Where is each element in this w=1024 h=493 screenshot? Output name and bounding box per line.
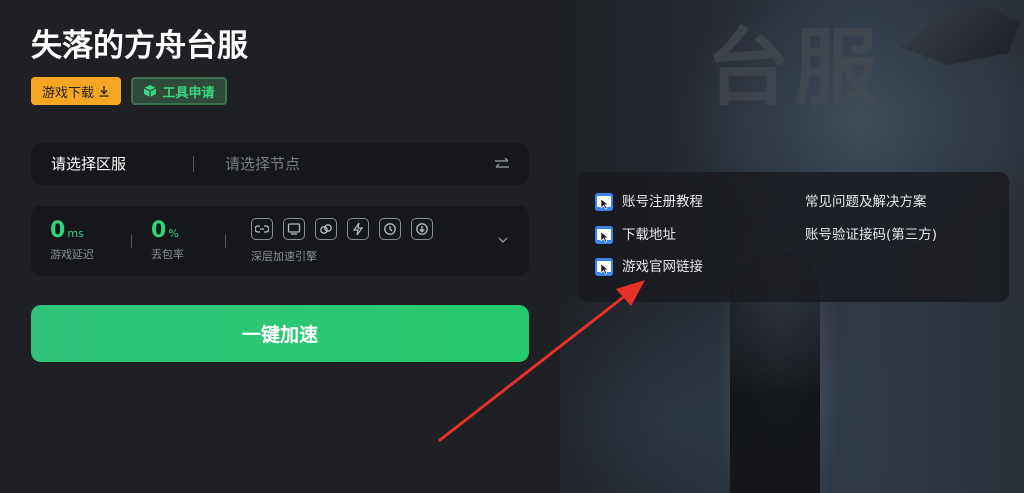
tool-request-button[interactable]: 工具申请 (131, 77, 227, 105)
stats-panel: 0 ms 游戏延迟 0% 丢包率 深层加速引擎 (31, 206, 529, 276)
divider (131, 234, 132, 248)
screen-icon[interactable] (283, 218, 305, 240)
chevron-down-icon[interactable] (497, 234, 509, 246)
packet-loss-value: 0 (151, 218, 167, 243)
swap-icon[interactable] (493, 155, 511, 173)
engine-label: 深层加速引擎 (251, 250, 317, 263)
divider (225, 234, 226, 248)
packet-loss-unit: % (168, 227, 179, 240)
link-icon[interactable] (251, 218, 273, 240)
node-select[interactable]: 请选择节点 (225, 143, 300, 185)
link-register-tutorial[interactable]: 账号注册教程 (595, 192, 703, 212)
accelerate-button[interactable]: 一键加速 (31, 305, 529, 362)
tool-request-label: 工具申请 (162, 85, 215, 101)
arrow-down-circle-icon[interactable] (411, 218, 433, 240)
cursor-icon (595, 226, 613, 244)
link-label: 账号注册教程 (622, 194, 703, 210)
lightning-icon[interactable] (347, 218, 369, 240)
link-official-website[interactable]: 游戏官网链接 (595, 257, 703, 277)
link-account-verification[interactable]: 账号验证接码(第三方) (805, 225, 937, 245)
cube-icon (144, 85, 157, 97)
divider (193, 156, 194, 172)
game-download-button[interactable]: 游戏下载 (31, 77, 121, 105)
link-download-address[interactable]: 下载地址 (595, 225, 676, 245)
link-label: 游戏官网链接 (622, 259, 703, 275)
packet-loss-stat: 0% 丢包率 (151, 218, 184, 262)
background-overlay-text: 台服 (706, 18, 883, 117)
latency-unit: ms (67, 227, 84, 240)
link-label: 下载地址 (622, 227, 676, 243)
engine-icons (251, 218, 433, 240)
download-icon (99, 86, 109, 97)
latency-value: 0 (50, 218, 66, 243)
clock-icon[interactable] (379, 218, 401, 240)
latency-stat: 0 ms 游戏延迟 (50, 218, 94, 262)
link-faq[interactable]: 常见问题及解决方案 (805, 192, 927, 212)
packet-loss-label: 丢包率 (151, 248, 184, 261)
node-selector: 请选择区服 请选择节点 (31, 143, 529, 185)
page-title: 失落的方舟台服 (31, 28, 248, 64)
cursor-icon (595, 193, 613, 211)
links-panel: 账号注册教程 下载地址 游戏官网链接 常见问题及解决方案 账号验证接码(第三方) (577, 172, 1009, 302)
game-download-label: 游戏下载 (41, 85, 94, 101)
ring-icon[interactable] (315, 218, 337, 240)
cursor-icon (595, 258, 613, 276)
region-select[interactable]: 请选择区服 (51, 143, 126, 185)
latency-label: 游戏延迟 (50, 248, 94, 261)
